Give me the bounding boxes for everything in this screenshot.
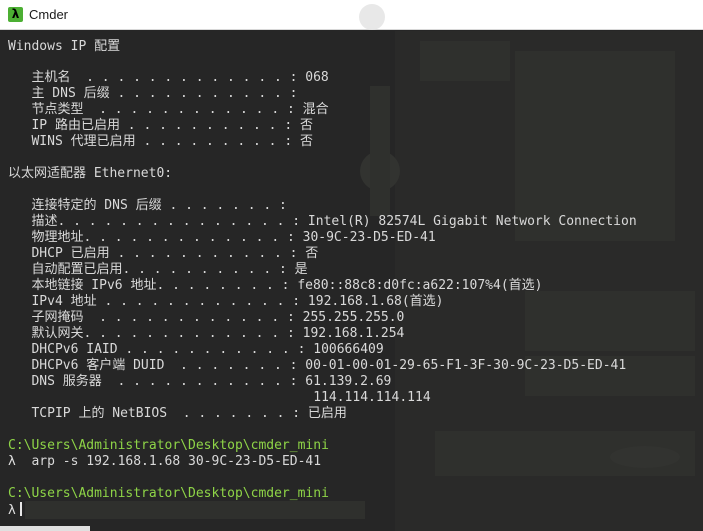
output-line: 描述. . . . . . . . . . . . . . . : Intel(… — [8, 214, 637, 229]
output-line: 114.114.114.114 — [8, 390, 431, 405]
lambda-icon: λ — [8, 7, 23, 22]
output-line: DHCP 已启用 . . . . . . . . . . . : 否 — [8, 246, 319, 261]
output-line: TCPIP 上的 NetBIOS . . . . . . . : 已启用 — [8, 406, 347, 421]
output-line: DHCPv6 客户端 DUID . . . . . . . : 00-01-00… — [8, 358, 627, 373]
prompt-path: C:\Users\Administrator\Desktop\cmder_min… — [8, 438, 329, 453]
output-line: IP 路由已启用 . . . . . . . . . . : 否 — [8, 118, 313, 133]
output-line: 主机名 . . . . . . . . . . . . . : 068 — [8, 70, 329, 85]
output-line: 以太网适配器 Ethernet0: — [8, 166, 173, 181]
output-line: 节点类型 . . . . . . . . . . . . : 混合 — [8, 102, 329, 117]
output-line: 子网掩码 . . . . . . . . . . . . : 255.255.2… — [8, 310, 405, 325]
output-line: WINS 代理已启用 . . . . . . . . . : 否 — [8, 134, 313, 149]
lambda-prompt-icon: λ — [8, 503, 16, 518]
overlay-circle-icon — [359, 4, 385, 30]
output-line: DNS 服务器 . . . . . . . . . . . : 61.139.2… — [8, 374, 392, 389]
cmder-window: λ Cmder Windows IP 配置 主机名 . . . . . . . … — [0, 0, 703, 531]
output-line: IPv4 地址 . . . . . . . . . . . . : 192.16… — [8, 294, 444, 309]
text-cursor — [19, 502, 22, 516]
command-input-line[interactable]: λ — [8, 502, 22, 518]
taskbar-fragment — [0, 526, 90, 531]
prompt-path: C:\Users\Administrator\Desktop\cmder_min… — [8, 486, 329, 501]
output-line: DHCPv6 IAID . . . . . . . . . . . : 1006… — [8, 342, 384, 357]
output-line: 本地链接 IPv6 地址. . . . . . . . : fe80::88c8… — [8, 278, 543, 293]
title-bar[interactable]: λ Cmder — [0, 0, 703, 30]
output-line: 主 DNS 后缀 . . . . . . . . . . . : — [8, 86, 298, 101]
output-line: 自动配置已启用. . . . . . . . . . : 是 — [8, 262, 308, 277]
output-line: 物理地址. . . . . . . . . . . . . : 30-9C-23… — [8, 230, 436, 245]
command-line: λ arp -s 192.168.1.68 30-9C-23-D5-ED-41 — [8, 454, 321, 470]
terminal-output[interactable]: Windows IP 配置 主机名 . . . . . . . . . . . … — [0, 31, 703, 531]
output-line: 连接特定的 DNS 后缀 . . . . . . . : — [8, 198, 287, 213]
output-line: Windows IP 配置 — [8, 39, 121, 54]
lambda-prompt-icon: λ — [8, 454, 16, 469]
command-text: arp -s 192.168.1.68 30-9C-23-D5-ED-41 — [31, 454, 322, 469]
window-title: Cmder — [29, 7, 69, 22]
output-line: 默认网关. . . . . . . . . . . . . : 192.168.… — [8, 326, 405, 341]
